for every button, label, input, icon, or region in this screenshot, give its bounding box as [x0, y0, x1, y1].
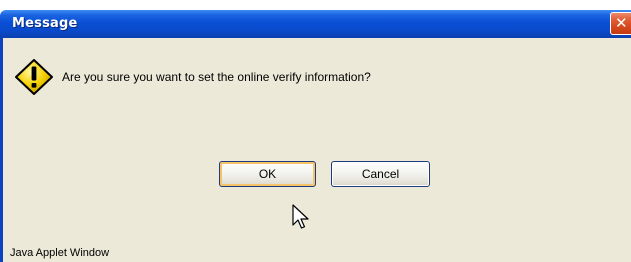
close-button[interactable]: ✕	[610, 12, 631, 35]
close-icon: ✕	[615, 14, 628, 32]
warning-icon	[15, 59, 53, 95]
message-dialog: Message ✕ Are you sure you want to set t…	[0, 0, 631, 262]
window-title: Message	[12, 16, 78, 31]
cancel-button[interactable]: Cancel	[331, 161, 430, 187]
mouse-cursor-icon	[292, 204, 309, 229]
applet-window-label: Java Applet Window	[10, 247, 110, 259]
ok-button[interactable]: OK	[219, 161, 316, 187]
title-bar[interactable]: Message	[0, 10, 631, 38]
dialog-message: Are you sure you want to set the online …	[62, 70, 371, 84]
